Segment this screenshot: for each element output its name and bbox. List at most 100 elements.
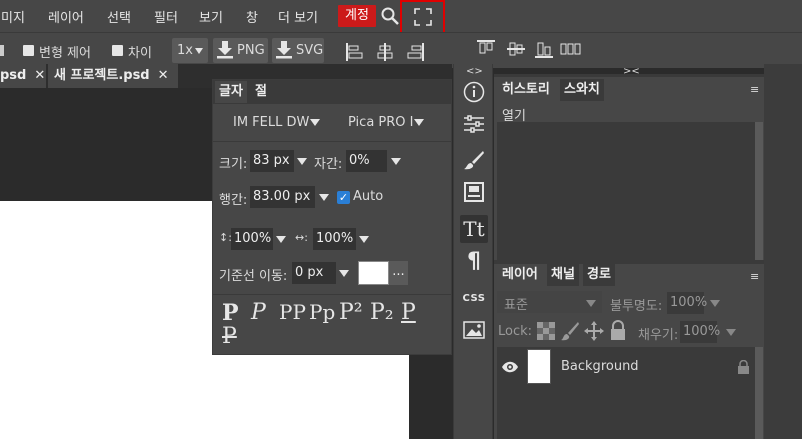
tab-swatches[interactable]: 스와치 bbox=[560, 79, 604, 101]
adjustments-icon[interactable] bbox=[460, 110, 488, 138]
close-icon[interactable]: ✕ bbox=[34, 68, 45, 83]
panel-menu-icon[interactable]: ≡ bbox=[750, 270, 759, 283]
export-png-button[interactable]: PNG bbox=[213, 38, 268, 63]
distribute-horizontal-icon[interactable] bbox=[560, 39, 582, 59]
history-scrollbar[interactable] bbox=[755, 122, 763, 260]
underline-button[interactable]: P bbox=[401, 300, 416, 325]
align-bottom-icon[interactable] bbox=[534, 39, 554, 59]
transform-controls-checkbox[interactable] bbox=[23, 45, 34, 56]
strikethrough-button[interactable]: P bbox=[222, 324, 237, 349]
document-tab[interactable]: psd ✕ bbox=[0, 64, 46, 88]
opacity-label: 불투명도: bbox=[610, 299, 663, 314]
chevron-down-icon[interactable] bbox=[276, 236, 286, 243]
leading-input[interactable]: 83.00 px bbox=[250, 186, 315, 208]
scale-dropdown[interactable]: 1x bbox=[172, 38, 208, 63]
blend-mode-value: 표준 bbox=[504, 298, 528, 313]
css-icon[interactable]: CSS bbox=[460, 284, 488, 312]
chevron-down-icon[interactable] bbox=[319, 194, 329, 201]
lock-transparency-icon[interactable] bbox=[537, 322, 555, 340]
lock-pixels-icon[interactable] bbox=[561, 321, 579, 341]
paragraph-icon[interactable]: ¶ bbox=[460, 247, 488, 275]
chevron-down-icon[interactable] bbox=[339, 270, 349, 277]
align-right-icon[interactable] bbox=[405, 42, 425, 62]
horizontal-scale-label: ↔: bbox=[295, 231, 308, 244]
chevron-down-icon[interactable] bbox=[359, 236, 369, 243]
distances-checkbox[interactable] bbox=[112, 45, 123, 56]
right-gutter bbox=[764, 64, 802, 439]
panel-toolstrip: Tt ¶ CSS bbox=[453, 64, 493, 439]
character-icon[interactable]: Tt bbox=[460, 215, 488, 243]
tab-paths[interactable]: 경로 bbox=[583, 264, 615, 286]
layer-row[interactable]: Background bbox=[497, 347, 755, 387]
tab-character[interactable]: 글자 bbox=[215, 81, 247, 103]
chevron-down-icon bbox=[414, 119, 424, 126]
menu-image[interactable]: 미지 bbox=[1, 7, 25, 26]
chevron-down-icon[interactable] bbox=[297, 158, 307, 165]
divider bbox=[494, 74, 764, 77]
align-left-icon[interactable] bbox=[345, 42, 365, 62]
scale-value: 1x bbox=[177, 43, 193, 58]
lock-icon bbox=[738, 360, 749, 374]
tab-layers[interactable]: 레이어 bbox=[498, 264, 542, 286]
eye-icon[interactable] bbox=[502, 361, 518, 373]
info-icon[interactable] bbox=[460, 78, 488, 106]
auto-leading-checkbox[interactable]: ✓ bbox=[337, 191, 350, 204]
auto-label: Auto bbox=[353, 189, 384, 204]
horizontal-scale-input[interactable]: 100% bbox=[313, 228, 356, 250]
subscript-button[interactable]: P₂ bbox=[370, 300, 394, 325]
align-middle-icon[interactable] bbox=[506, 39, 526, 59]
tab-channels[interactable]: 채널 bbox=[547, 264, 579, 286]
layers-scrollbar[interactable] bbox=[755, 347, 763, 439]
menu-window[interactable]: 창 bbox=[246, 7, 258, 26]
chevron-down-icon[interactable] bbox=[726, 329, 736, 336]
more-button[interactable]: ... bbox=[389, 261, 408, 285]
export-svg-button[interactable]: SVG bbox=[272, 38, 324, 63]
account-button[interactable]: 계정 bbox=[338, 5, 376, 27]
align-center-icon[interactable] bbox=[375, 42, 395, 62]
image-icon[interactable] bbox=[460, 316, 488, 344]
superscript-button[interactable]: P² bbox=[339, 300, 363, 325]
panel-menu-icon[interactable]: ≡ bbox=[750, 83, 759, 96]
tab-paragraph[interactable]: 절 bbox=[251, 81, 271, 103]
distances-label: 차이 bbox=[128, 46, 152, 61]
all-caps-button[interactable]: PP bbox=[279, 300, 306, 324]
faux-italic-button[interactable]: P bbox=[251, 300, 266, 325]
menu-layer[interactable]: 레이어 bbox=[48, 7, 84, 26]
tracking-input[interactable]: 0% bbox=[346, 150, 387, 172]
lock-all-icon[interactable] bbox=[610, 320, 626, 340]
menu-filter[interactable]: 필터 bbox=[154, 7, 178, 26]
blend-mode-select[interactable]: 표준 bbox=[497, 291, 602, 313]
small-caps-button[interactable]: Pp bbox=[309, 300, 335, 324]
close-icon[interactable]: ✕ bbox=[158, 68, 169, 83]
brush-icon[interactable] bbox=[460, 146, 488, 174]
leading-label: 행간: bbox=[219, 193, 248, 208]
font-family-select[interactable]: IM FELL DW bbox=[233, 115, 309, 130]
chevron-down-icon bbox=[195, 48, 203, 54]
properties-icon[interactable] bbox=[460, 178, 488, 206]
menu-more[interactable]: 더 보기 bbox=[278, 7, 318, 26]
menu-select[interactable]: 선택 bbox=[107, 7, 131, 26]
align-top-icon[interactable] bbox=[476, 39, 496, 59]
tab-title: 새 프로젝트.psd bbox=[54, 68, 150, 83]
opacity-input[interactable]: 100% bbox=[667, 292, 707, 314]
divider bbox=[213, 141, 451, 142]
font-style-select[interactable]: Pica PRO I bbox=[348, 115, 413, 130]
menu-view[interactable]: 보기 bbox=[199, 7, 223, 26]
chevron-down-icon[interactable] bbox=[710, 300, 720, 307]
download-icon bbox=[217, 41, 233, 59]
document-tab[interactable]: 새 프로젝트.psd ✕ bbox=[48, 64, 178, 88]
faux-bold-button[interactable]: P bbox=[222, 300, 239, 326]
chevron-down-icon[interactable] bbox=[391, 158, 401, 165]
size-input[interactable]: 83 px bbox=[250, 150, 294, 172]
vertical-scale-input[interactable]: 100% bbox=[231, 228, 273, 250]
collapse-toolstrip-button[interactable]: <> bbox=[466, 66, 483, 77]
baseline-shift-input[interactable]: 0 px bbox=[292, 262, 336, 284]
lock-label: Lock: bbox=[498, 324, 533, 339]
options-bar: 변형 제어 차이 1x PNG SVG bbox=[0, 32, 802, 68]
lock-position-icon[interactable] bbox=[584, 321, 604, 341]
fill-input[interactable]: 100% bbox=[680, 321, 720, 343]
search-icon[interactable] bbox=[380, 6, 400, 26]
text-color-swatch[interactable] bbox=[358, 261, 389, 285]
tab-history[interactable]: 히스토리 bbox=[498, 79, 554, 101]
png-label: PNG bbox=[237, 43, 265, 58]
